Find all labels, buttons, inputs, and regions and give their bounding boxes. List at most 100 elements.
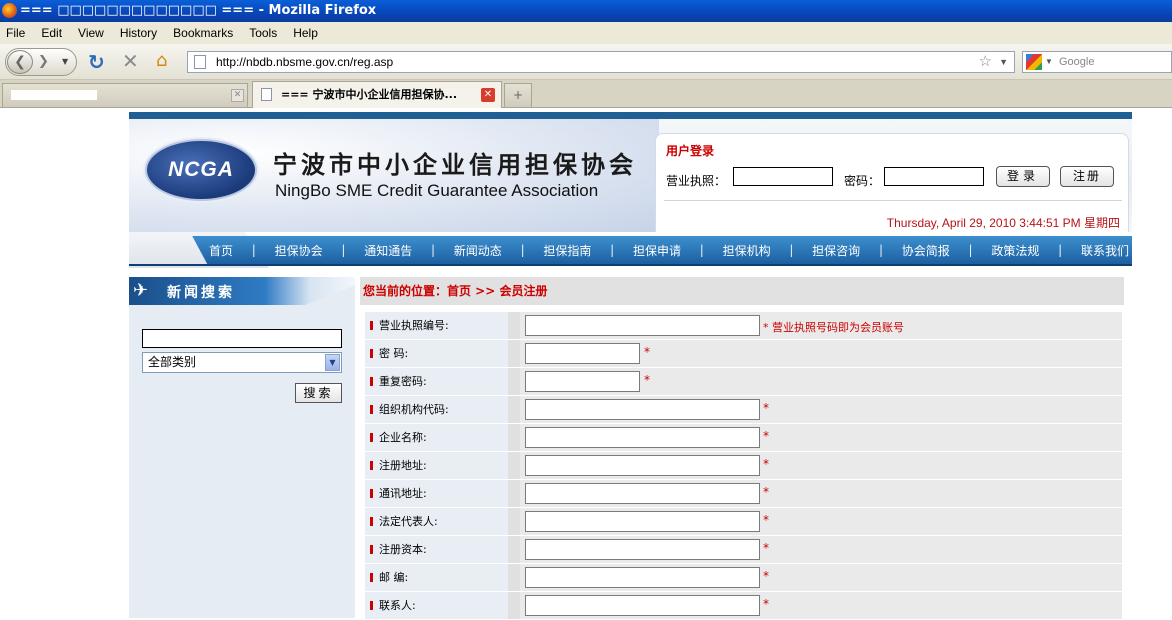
field-label: 企业名称: [365, 424, 508, 451]
login-password-input[interactable] [884, 167, 984, 186]
nav-item-consult[interactable]: 担保咨询 [812, 242, 860, 259]
nav-item-home[interactable]: 首页 [209, 242, 233, 259]
stop-icon[interactable]: ✕ [122, 50, 139, 72]
login-license-input[interactable] [733, 167, 833, 186]
form-row: 注册资本: * [365, 536, 1122, 564]
sidebar: ✈ 新闻搜索 全部类别 ▼ 搜索 [129, 277, 355, 618]
postcode-input[interactable] [525, 567, 760, 588]
registered-capital-input[interactable] [525, 539, 760, 560]
category-selected: 全部类别 [148, 355, 197, 369]
menu-history[interactable]: History [120, 26, 157, 40]
menu-edit[interactable]: Edit [41, 26, 62, 40]
menu-help[interactable]: Help [293, 26, 318, 40]
sidebar-title-bar [129, 277, 355, 305]
nav-item-notices[interactable]: 通知通告 [364, 242, 412, 259]
nav-separator: | [610, 243, 615, 257]
mailing-address-input[interactable] [525, 483, 760, 504]
login-title: 用户登录 [666, 144, 715, 158]
satellite-icon: ✈ [133, 280, 149, 301]
org-code-input[interactable] [525, 399, 760, 420]
nav-item-institutions[interactable]: 担保机构 [723, 242, 771, 259]
login-divider [664, 200, 1122, 201]
company-name-input[interactable] [525, 427, 760, 448]
field-label: 重复密码: [365, 368, 508, 395]
nav-item-guide[interactable]: 担保指南 [543, 242, 591, 259]
license-number-input[interactable] [525, 315, 760, 336]
menu-bar: File Edit View History Bookmarks Tools H… [0, 22, 1172, 44]
required-mark: * [763, 569, 769, 583]
repeat-password-input[interactable] [525, 371, 640, 392]
new-tab-button[interactable]: + [504, 83, 532, 107]
menu-view[interactable]: View [78, 26, 104, 40]
bullet-icon [370, 321, 373, 330]
row-gap [508, 396, 520, 423]
required-mark: * [763, 485, 769, 499]
bookmark-star-icon[interactable]: ☆ [979, 52, 992, 72]
reload-icon[interactable]: ↻ [88, 52, 105, 72]
postcode-label: 邮 编: [379, 571, 409, 584]
history-dropdown-icon[interactable]: ▼ [62, 57, 68, 66]
news-search-input[interactable] [142, 329, 342, 348]
field-value-cell: * 营业执照号码即为会员账号 [520, 312, 1122, 339]
top-stripe [129, 112, 1132, 119]
row-gap [508, 368, 520, 395]
chevron-down-icon[interactable]: ▼ [325, 354, 340, 371]
nav-item-briefing[interactable]: 协会简报 [902, 242, 950, 259]
back-arrow-icon[interactable]: ❮ [7, 50, 33, 74]
row-gap [508, 564, 520, 591]
bullet-icon [370, 433, 373, 442]
license-number-label: 营业执照编号: [379, 319, 449, 332]
address-bar[interactable]: http://nbdb.nbsme.gov.cn/reg.asp ☆ ▼ [187, 51, 1015, 73]
contact-person-input[interactable] [525, 595, 760, 616]
google-icon[interactable] [1026, 54, 1042, 70]
forward-arrow-icon[interactable]: ❯ [38, 54, 49, 69]
register-button[interactable]: 注册 [1060, 166, 1114, 187]
nav-item-association[interactable]: 担保协会 [275, 242, 323, 259]
menu-file[interactable]: File [6, 26, 25, 40]
mailing-address-label: 通讯地址: [379, 487, 427, 500]
tab-close-icon[interactable]: ✕ [481, 88, 495, 102]
nav-item-news[interactable]: 新闻动态 [454, 242, 502, 259]
nav-item-apply[interactable]: 担保申请 [633, 242, 681, 259]
tab-close-icon[interactable]: ✕ [231, 89, 244, 102]
field-value-cell: * [520, 396, 1122, 423]
nav-separator: | [1058, 243, 1063, 257]
license-note: * 营业执照号码即为会员账号 [763, 321, 904, 334]
required-mark: * [763, 429, 769, 443]
tab-bar: ✕ === 宁波市中小企业信用担保协... ✕ + [0, 80, 1172, 108]
bullet-icon [370, 349, 373, 358]
tab-active-title: === 宁波市中小企业信用担保协... [281, 88, 458, 101]
menu-bookmarks[interactable]: Bookmarks [173, 26, 233, 40]
category-select[interactable]: 全部类别 ▼ [142, 352, 342, 373]
window-title: === □□□□□□□□□□□□□ === - Mozilla Firefox [20, 3, 377, 18]
menu-tools[interactable]: Tools [249, 26, 277, 40]
web-search-box[interactable]: ▼ Google [1022, 51, 1172, 73]
page-icon [261, 88, 272, 101]
nav-item-contact[interactable]: 联系我们 [1081, 242, 1129, 259]
password-input[interactable] [525, 343, 640, 364]
form-row: 注册地址: * [365, 452, 1122, 480]
bullet-icon [370, 489, 373, 498]
nav-item-policies[interactable]: 政策法规 [991, 242, 1039, 259]
home-icon[interactable]: ⌂ [156, 51, 167, 71]
field-label: 通讯地址: [365, 480, 508, 507]
tab-background[interactable]: ✕ [2, 83, 248, 107]
row-gap [508, 312, 520, 339]
news-search-button[interactable]: 搜索 [295, 383, 342, 403]
address-dropdown-icon[interactable]: ▼ [999, 52, 1008, 72]
legal-rep-input[interactable] [525, 511, 760, 532]
tab-active[interactable]: === 宁波市中小企业信用担保协... ✕ [252, 81, 502, 108]
bullet-icon [370, 405, 373, 414]
search-engine-dropdown-icon[interactable]: ▼ [1045, 52, 1053, 72]
form-row: 营业执照编号: * 营业执照号码即为会员账号 [365, 312, 1122, 340]
bullet-icon [370, 573, 373, 582]
org-code-label: 组织机构代码: [379, 403, 449, 416]
registered-address-input[interactable] [525, 455, 760, 476]
company-name-label: 企业名称: [379, 431, 427, 444]
login-button[interactable]: 登录 [996, 166, 1050, 187]
field-label: 营业执照编号: [365, 312, 508, 339]
site-name-en: NingBo SME Credit Guarantee Association [275, 181, 599, 200]
row-gap [508, 452, 520, 479]
registered-capital-label: 注册资本: [379, 543, 427, 556]
field-label: 注册地址: [365, 452, 508, 479]
